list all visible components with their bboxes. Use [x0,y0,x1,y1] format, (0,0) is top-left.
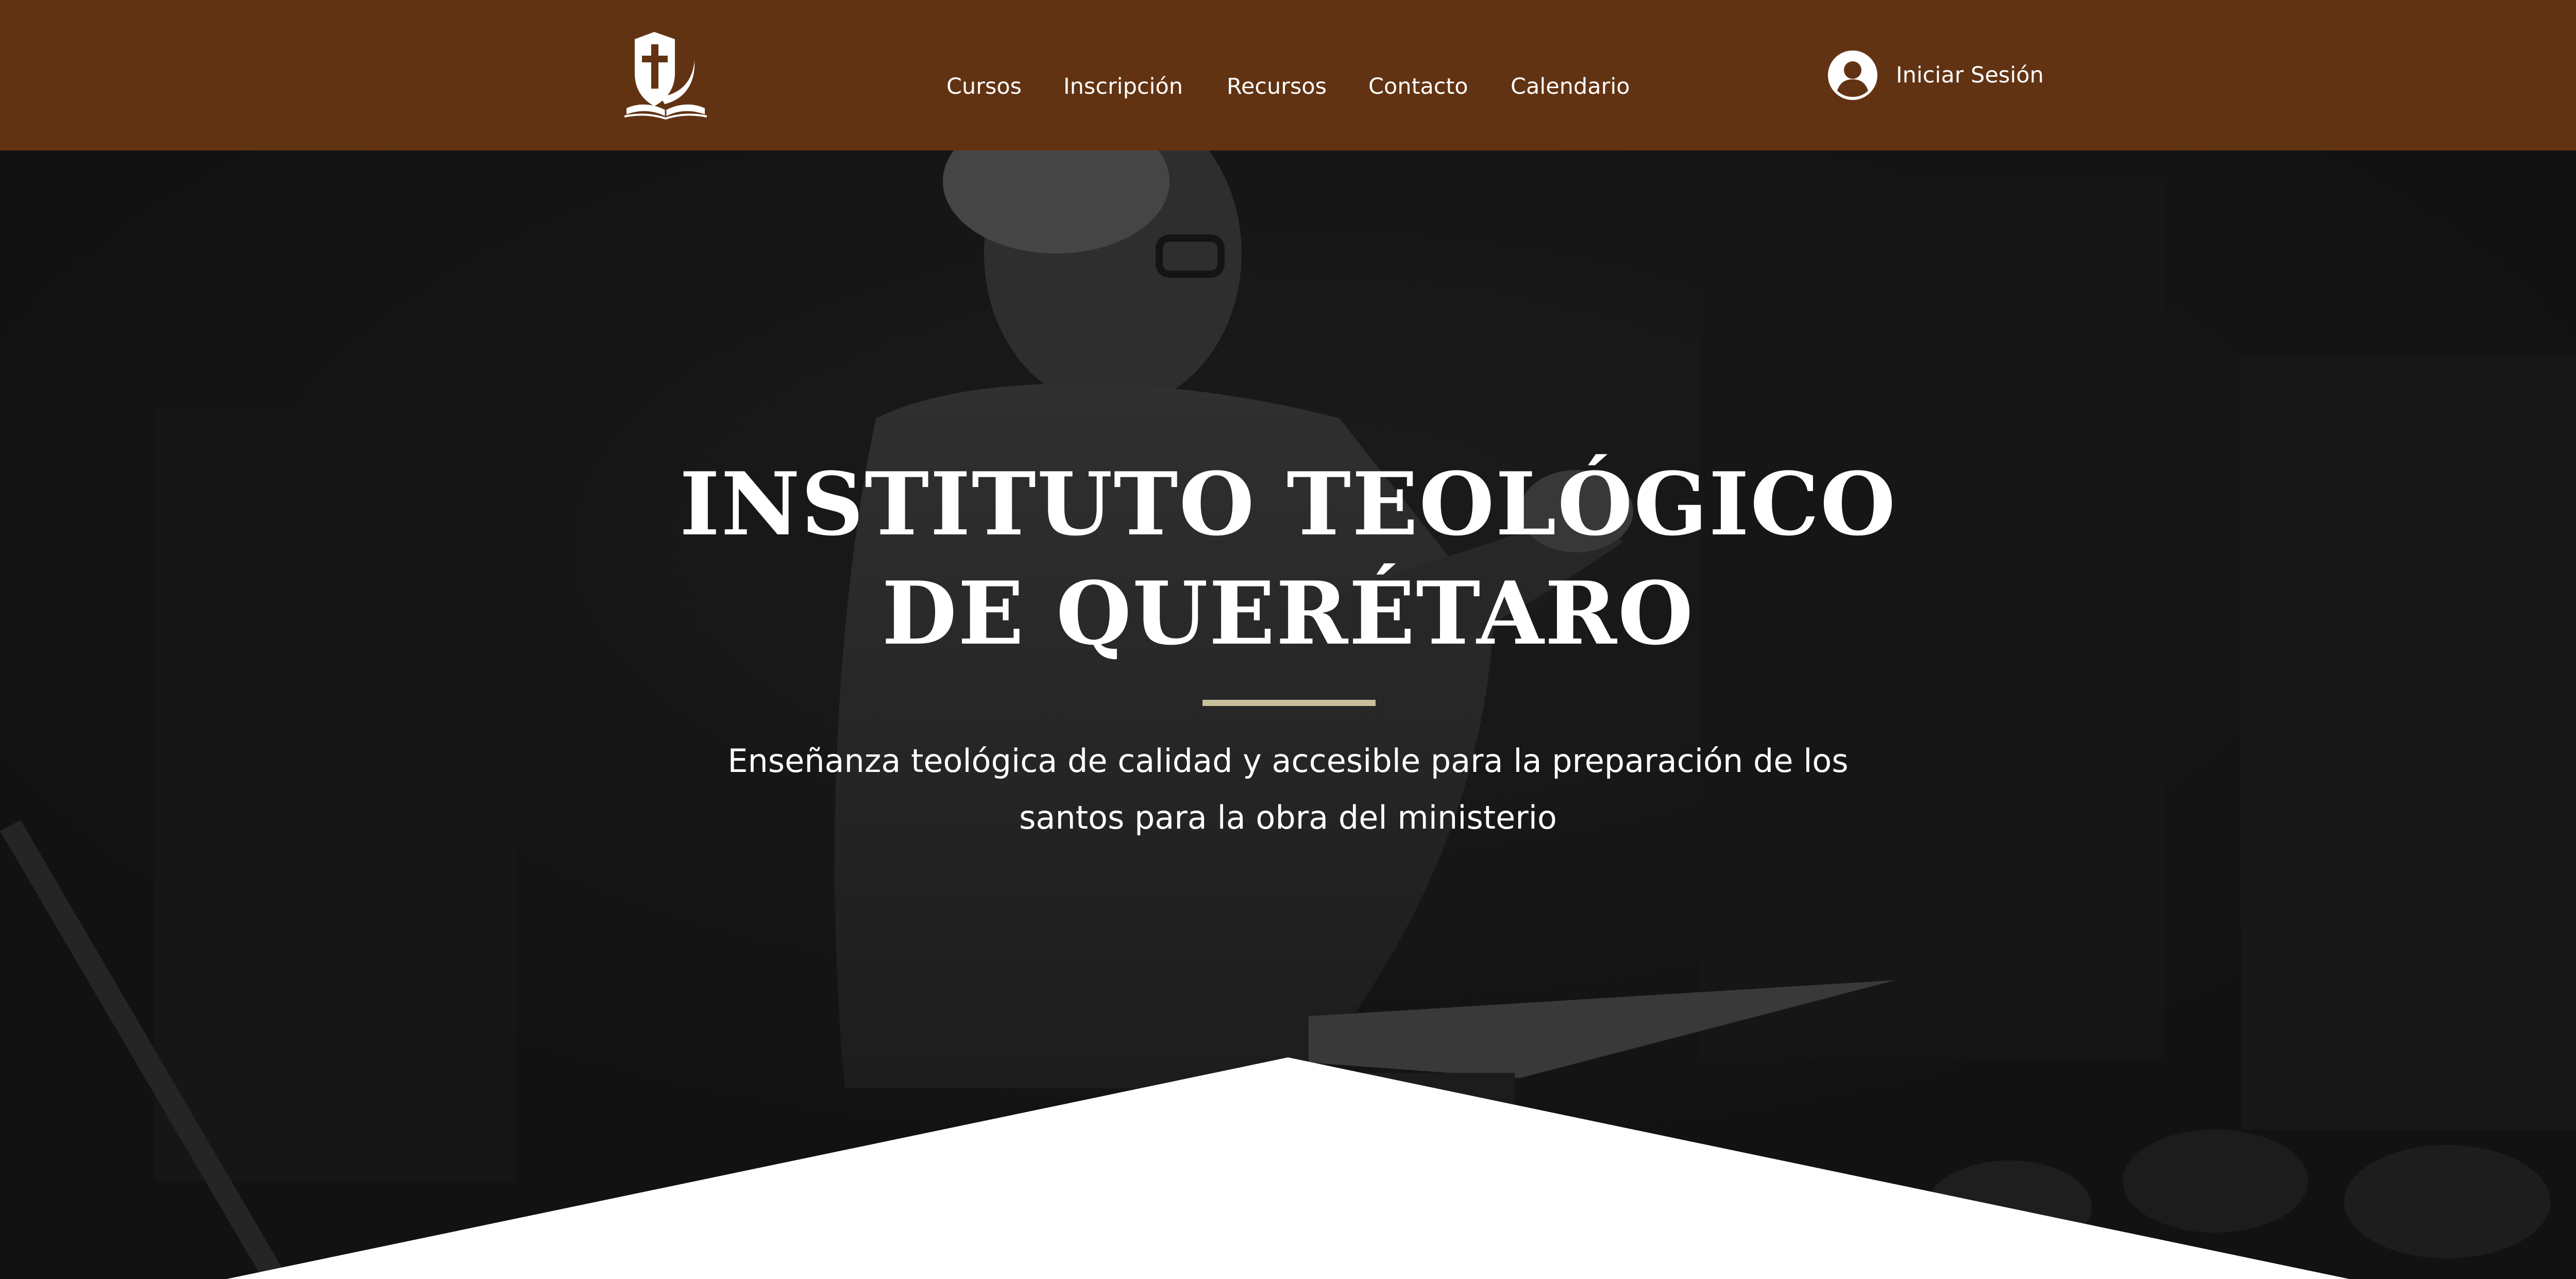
nav-item-recursos[interactable]: Recursos [1227,71,1327,102]
nav-item-inscripcion[interactable]: Inscripción [1063,71,1183,102]
nav-item-calendario[interactable]: Calendario [1511,71,1630,102]
site-header: Cursos Inscripción Recursos Contacto Cal… [0,0,2576,150]
login-button[interactable]: Iniciar Sesión [1828,49,2044,101]
login-label: Iniciar Sesión [1896,62,2044,88]
main-nav: Cursos Inscripción Recursos Contacto Cal… [0,0,2576,150]
hero-bottom-wedge [227,1057,2349,1279]
page: Cursos Inscripción Recursos Contacto Cal… [0,0,2576,1279]
nav-item-contacto[interactable]: Contacto [1368,71,1468,102]
nav-item-cursos[interactable]: Cursos [946,71,1022,102]
hero-section: INSTITUTO TEOLÓGICO DE QUERÉTARO Enseñan… [0,150,2576,1279]
user-avatar-icon [1828,51,1877,100]
